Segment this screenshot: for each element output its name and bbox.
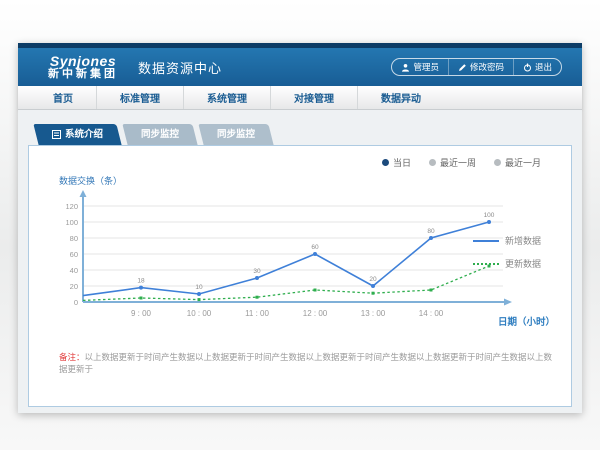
data-point	[313, 252, 317, 256]
data-point	[140, 297, 143, 300]
radio-selected-icon	[382, 159, 389, 166]
footnote: 备注：以上数据更新于时间产生数据以上数据更新于时间产生数据以上数据更新于时间产生…	[59, 352, 559, 376]
y-tick-label: 20	[70, 282, 78, 291]
page-title: 数据资源中心	[138, 58, 222, 77]
nav-item-home[interactable]: 首页	[30, 86, 96, 109]
x-axis-arrow	[504, 299, 512, 306]
chart-panel: 当日 最近一周 最近一月 数据交换（条） 0 20 40 60 80 100 120 9 : …	[28, 145, 572, 407]
user-button[interactable]: 管理员	[392, 59, 448, 75]
radio-unselected-icon	[429, 159, 436, 166]
data-point	[139, 286, 143, 290]
data-point	[372, 292, 375, 295]
change-password-label: 修改密码	[470, 61, 504, 73]
logout-button[interactable]: 退出	[513, 59, 561, 75]
y-tick-label: 0	[74, 298, 78, 307]
tab-label: 同步监控	[141, 124, 179, 145]
data-point	[198, 298, 201, 301]
data-point	[256, 296, 259, 299]
y-axis-title: 数据交换（条）	[59, 174, 571, 187]
nav-item-system-management[interactable]: 系统管理	[183, 86, 270, 109]
browser-page: Synjones 新中新集团 数据资源中心 管理员 修改密码	[18, 43, 582, 413]
user-icon	[401, 63, 410, 72]
tab-system-intro[interactable]: 系统介绍	[36, 124, 119, 145]
y-tick-label: 60	[70, 250, 78, 259]
data-point	[487, 220, 491, 224]
legend-label: 新增数据	[505, 234, 541, 247]
point-label: 60	[311, 244, 319, 251]
tab-label: 系统介绍	[65, 124, 103, 145]
filter-last-week[interactable]: 最近一周	[429, 156, 476, 169]
legend-label: 更新数据	[505, 257, 541, 270]
x-axis-title: 日期（小时）	[498, 314, 555, 328]
tab-sync-monitor-2[interactable]: 同步监控	[201, 124, 271, 145]
x-tick-label: 14 : 00	[419, 309, 444, 318]
y-axis-arrow	[80, 190, 87, 197]
point-label: 18	[137, 278, 145, 285]
radio-unselected-icon	[494, 159, 501, 166]
edit-icon	[458, 63, 467, 72]
change-password-button[interactable]: 修改密码	[448, 59, 513, 75]
point-label: 20	[369, 276, 377, 283]
nav-item-interface-management[interactable]: 对接管理	[270, 86, 357, 109]
y-tick-label: 100	[65, 218, 78, 227]
y-tick-label: 40	[70, 266, 78, 275]
tab-bar: 系统介绍 同步监控 同步监控	[28, 124, 572, 145]
nav-item-standard-management[interactable]: 标准管理	[96, 86, 183, 109]
legend-line-solid	[473, 240, 499, 242]
filter-label: 当日	[393, 156, 411, 169]
chart-legend: 新增数据 更新数据	[473, 234, 557, 280]
y-tick-label: 120	[65, 202, 78, 211]
user-button-label: 管理员	[413, 61, 439, 73]
data-point	[430, 289, 433, 292]
legend-item-updated-data: 更新数据	[473, 257, 557, 270]
logo-brand-text: Synjones	[48, 54, 118, 69]
main-navigation: 首页 标准管理 系统管理 对接管理 数据异动	[18, 86, 582, 110]
app-header: Synjones 新中新集团 数据资源中心 管理员 修改密码	[18, 48, 582, 86]
line-chart: 0 20 40 60 80 100 120 9 : 00 10 : 00 11 : 00 12 : …	[53, 189, 523, 337]
filter-last-month[interactable]: 最近一月	[494, 156, 541, 169]
point-label: 100	[484, 212, 495, 219]
tab-sync-monitor-1[interactable]: 同步监控	[125, 124, 195, 145]
legend-item-new-data: 新增数据	[473, 234, 557, 247]
user-toolbar: 管理员 修改密码 退出	[391, 58, 562, 76]
y-tick-label: 80	[70, 234, 78, 243]
data-point	[429, 236, 433, 240]
point-label: 30	[253, 268, 261, 275]
content-area: 系统介绍 同步监控 同步监控 当日 最近一周	[18, 110, 582, 413]
x-tick-label: 12 : 00	[303, 309, 328, 318]
point-label: 10	[195, 284, 203, 291]
x-tick-label: 11 : 00	[245, 309, 269, 318]
logo-company-name: 新中新集团	[48, 69, 118, 81]
point-label: 80	[427, 228, 435, 235]
data-point	[255, 276, 259, 280]
legend-line-dotted	[473, 263, 499, 265]
logout-label: 退出	[535, 61, 552, 73]
nav-item-data-change[interactable]: 数据异动	[357, 86, 444, 109]
x-tick-label: 13 : 00	[361, 309, 386, 318]
filter-label: 最近一周	[440, 156, 476, 169]
tab-label: 同步监控	[217, 124, 255, 145]
x-tick-label: 9 : 00	[131, 309, 152, 318]
list-icon	[52, 130, 61, 139]
footnote-prefix: 备注：	[59, 352, 85, 362]
company-logo: Synjones 新中新集团	[48, 54, 118, 80]
filter-today[interactable]: 当日	[382, 156, 411, 169]
filter-label: 最近一月	[505, 156, 541, 169]
x-tick-label: 10 : 00	[187, 309, 212, 318]
data-point	[314, 289, 317, 292]
time-range-filters: 当日 最近一周 最近一月	[382, 156, 541, 169]
power-icon	[523, 63, 532, 72]
data-point	[371, 284, 375, 288]
footnote-text: 以上数据更新于时间产生数据以上数据更新于时间产生数据以上数据更新于时间产生数据以…	[59, 352, 552, 374]
data-point	[197, 292, 201, 296]
